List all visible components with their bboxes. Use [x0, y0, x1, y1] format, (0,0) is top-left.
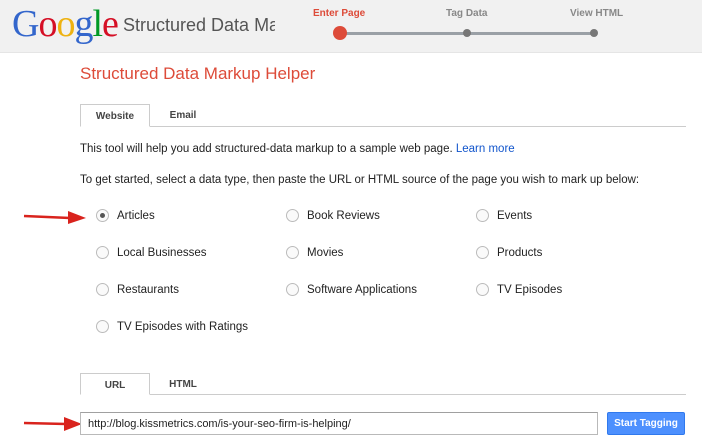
tab-website[interactable]: Website	[80, 104, 150, 127]
radio-circle[interactable]	[286, 209, 299, 222]
radio-circle[interactable]	[96, 320, 109, 333]
radio-circle[interactable]	[96, 283, 109, 296]
progress-steps: Enter Page Tag Data View HTML	[300, 8, 624, 48]
step-enter-page: Enter Page	[313, 8, 366, 19]
radio-events[interactable]: Events	[476, 209, 532, 222]
input-tabs: URL HTML	[80, 373, 686, 395]
step-view-html-dot	[590, 29, 598, 37]
tab-url[interactable]: URL	[80, 373, 150, 395]
learn-more-link[interactable]: Learn more	[456, 143, 515, 155]
radio-circle[interactable]	[286, 283, 299, 296]
radio-circle[interactable]	[286, 246, 299, 259]
url-input[interactable]	[80, 412, 598, 435]
step-tag-data-dot	[463, 29, 471, 37]
start-tagging-button[interactable]: Start Tagging	[607, 412, 685, 435]
radio-circle[interactable]	[476, 246, 489, 259]
annotation-arrow-articles	[23, 211, 86, 224]
radio-circle[interactable]	[96, 209, 109, 222]
tab-email[interactable]: Email	[158, 104, 208, 127]
radio-book-reviews[interactable]: Book Reviews	[286, 209, 380, 222]
radio-circle[interactable]	[96, 246, 109, 259]
instructions-text: To get started, select a data type, then…	[80, 174, 640, 186]
radio-local-businesses[interactable]: Local Businesses	[96, 246, 207, 259]
radio-restaurants[interactable]: Restaurants	[96, 283, 179, 296]
intro-text: This tool will help you add structured-d…	[80, 143, 515, 155]
google-logo[interactable]: Google	[12, 4, 119, 44]
source-tabs: Website Email	[80, 104, 686, 127]
radio-movies[interactable]: Movies	[286, 246, 343, 259]
annotation-arrow-url	[23, 417, 82, 431]
radio-tv-episodes[interactable]: TV Episodes	[476, 283, 562, 296]
step-view-html: View HTML	[570, 8, 624, 19]
radio-products[interactable]: Products	[476, 246, 542, 259]
app-title: Structured Data Ma	[123, 15, 275, 35]
top-bar: Google Structured Data Ma Enter Page Tag…	[0, 0, 702, 53]
radio-circle[interactable]	[476, 283, 489, 296]
radio-software-applications[interactable]: Software Applications	[286, 283, 417, 296]
step-enter-page-dot	[333, 26, 347, 40]
radio-circle[interactable]	[476, 209, 489, 222]
page-title: Structured Data Markup Helper	[80, 64, 316, 83]
radio-articles[interactable]: Articles	[96, 209, 155, 222]
radio-tv-episodes-with-ratings[interactable]: TV Episodes with Ratings	[96, 320, 248, 333]
step-tag-data: Tag Data	[446, 8, 488, 19]
tab-html[interactable]: HTML	[158, 373, 208, 395]
